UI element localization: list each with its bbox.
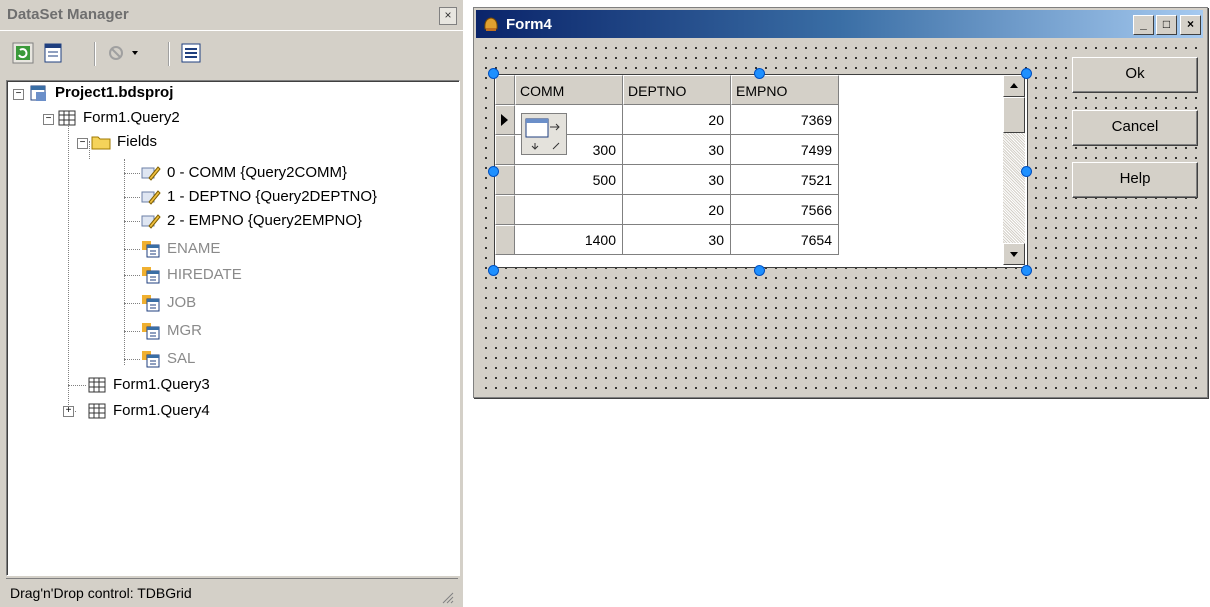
cancel-button[interactable]: Cancel xyxy=(1072,110,1198,146)
grid-cell[interactable]: 7566 xyxy=(731,195,839,225)
selection-handle[interactable] xyxy=(1021,166,1032,177)
scroll-up-icon[interactable] xyxy=(1003,75,1025,97)
query4-label: Form1.Query4 xyxy=(113,402,210,419)
selection-handle[interactable] xyxy=(488,166,499,177)
field-label: SAL xyxy=(167,350,196,367)
current-row-indicator[interactable] xyxy=(495,105,515,135)
dataset-icon xyxy=(88,403,106,419)
collapse-query2-icon[interactable]: − xyxy=(43,114,54,125)
field-label: 1 - DEPTNO {Query2DEPTNO} xyxy=(167,188,378,205)
close-icon[interactable]: × xyxy=(439,7,457,25)
form-titlebar[interactable]: Form4 _ □ × xyxy=(476,10,1203,38)
selection-handle[interactable] xyxy=(488,68,499,79)
form-title: Form4 xyxy=(506,16,552,33)
panel-toolbar xyxy=(0,32,463,80)
grid-cell[interactable] xyxy=(515,195,623,225)
column-header-empno[interactable]: EMPNO xyxy=(731,75,839,105)
field-edit-icon xyxy=(141,214,161,229)
scroll-thumb[interactable] xyxy=(1003,97,1025,133)
field-table-icon xyxy=(142,323,160,340)
component-drop-icon xyxy=(521,113,567,155)
selection-handle[interactable] xyxy=(488,265,499,276)
scroll-down-icon[interactable] xyxy=(1003,243,1025,265)
ok-button[interactable]: Ok xyxy=(1072,57,1198,93)
help-button[interactable]: Help xyxy=(1072,162,1198,198)
field-table-icon xyxy=(142,351,160,368)
close-icon[interactable]: × xyxy=(1180,15,1201,35)
field-table-icon xyxy=(142,241,160,258)
column-header-deptno[interactable]: DEPTNO xyxy=(623,75,731,105)
grid-cell[interactable]: 30 xyxy=(623,165,731,195)
dbgrid[interactable]: COMM DEPTNO EMPNO 20 7369 300 30 7499 50… xyxy=(494,74,1028,268)
grid-cell[interactable]: 7369 xyxy=(731,105,839,135)
collapse-fields-icon[interactable]: − xyxy=(77,138,88,149)
field-table-icon xyxy=(142,295,160,312)
grid-cell[interactable]: 500 xyxy=(515,165,623,195)
folder-icon xyxy=(91,136,111,150)
resize-grip-icon[interactable] xyxy=(440,590,454,604)
form-window: Form4 _ □ × COMM DEPTNO EMPNO 20 7369 30… xyxy=(473,7,1208,398)
field-label: 0 - COMM {Query2COMM} xyxy=(167,164,348,181)
selection-handle[interactable] xyxy=(1021,68,1032,79)
project-icon xyxy=(30,85,46,101)
panel-title: DataSet Manager xyxy=(7,6,129,23)
expand-query4-icon[interactable]: + xyxy=(63,406,74,417)
status-text: Drag'n'Drop control: TDBGrid xyxy=(10,585,192,601)
query3-label: Form1.Query3 xyxy=(113,376,210,393)
dataset-manager-panel: DataSet Manager × − Project1.bdsproj − F… xyxy=(0,0,463,607)
grid-corner xyxy=(495,75,515,105)
status-bar: Drag'n'Drop control: TDBGrid xyxy=(6,578,458,606)
dataset-icon xyxy=(58,110,76,126)
project-label: Project1.bdsproj xyxy=(55,84,174,101)
selection-handle[interactable] xyxy=(1021,265,1032,276)
panel-titlebar: DataSet Manager × xyxy=(0,0,463,31)
field-edit-icon xyxy=(141,190,161,205)
fields-label: Fields xyxy=(117,133,158,150)
grid-cell[interactable]: 7521 xyxy=(731,165,839,195)
row-indicator[interactable] xyxy=(495,225,515,255)
grid-cell[interactable]: 7654 xyxy=(731,225,839,255)
grid-cell[interactable]: 30 xyxy=(623,135,731,165)
list-view-icon[interactable] xyxy=(180,42,202,64)
delphi-helmet-icon xyxy=(484,17,498,31)
maximize-icon[interactable]: □ xyxy=(1156,15,1177,35)
field-label: ENAME xyxy=(167,240,221,257)
disabled-options-icon[interactable] xyxy=(106,42,142,64)
field-label: JOB xyxy=(167,294,197,311)
field-label: 2 - EMPNO {Query2EMPNO} xyxy=(167,212,363,229)
row-indicator[interactable] xyxy=(495,135,515,165)
field-edit-icon xyxy=(141,166,161,181)
query2-label: Form1.Query2 xyxy=(83,109,180,126)
grid-cell[interactable]: 20 xyxy=(623,195,731,225)
form-designer-surface[interactable]: COMM DEPTNO EMPNO 20 7369 300 30 7499 50… xyxy=(478,40,1203,393)
grid-cell[interactable]: 7499 xyxy=(731,135,839,165)
column-header-comm[interactable]: COMM xyxy=(515,75,623,105)
field-table-icon xyxy=(142,267,160,284)
dataset-icon xyxy=(88,377,106,393)
grid-cell[interactable]: 1400 xyxy=(515,225,623,255)
selection-handle[interactable] xyxy=(754,68,765,79)
dataset-view-icon[interactable] xyxy=(42,42,64,64)
row-indicator[interactable] xyxy=(495,195,515,225)
field-label: HIREDATE xyxy=(167,266,242,283)
grid-cell[interactable]: 30 xyxy=(623,225,731,255)
field-label: MGR xyxy=(167,322,202,339)
row-pointer-icon xyxy=(501,114,508,126)
dataset-tree[interactable]: − Project1.bdsproj − Form1.Query2 − Fiel… xyxy=(6,80,460,576)
refresh-icon[interactable] xyxy=(12,42,34,64)
grid-cell[interactable]: 20 xyxy=(623,105,731,135)
minimize-icon[interactable]: _ xyxy=(1133,15,1154,35)
selection-handle[interactable] xyxy=(754,265,765,276)
collapse-project-icon[interactable]: − xyxy=(13,89,24,100)
